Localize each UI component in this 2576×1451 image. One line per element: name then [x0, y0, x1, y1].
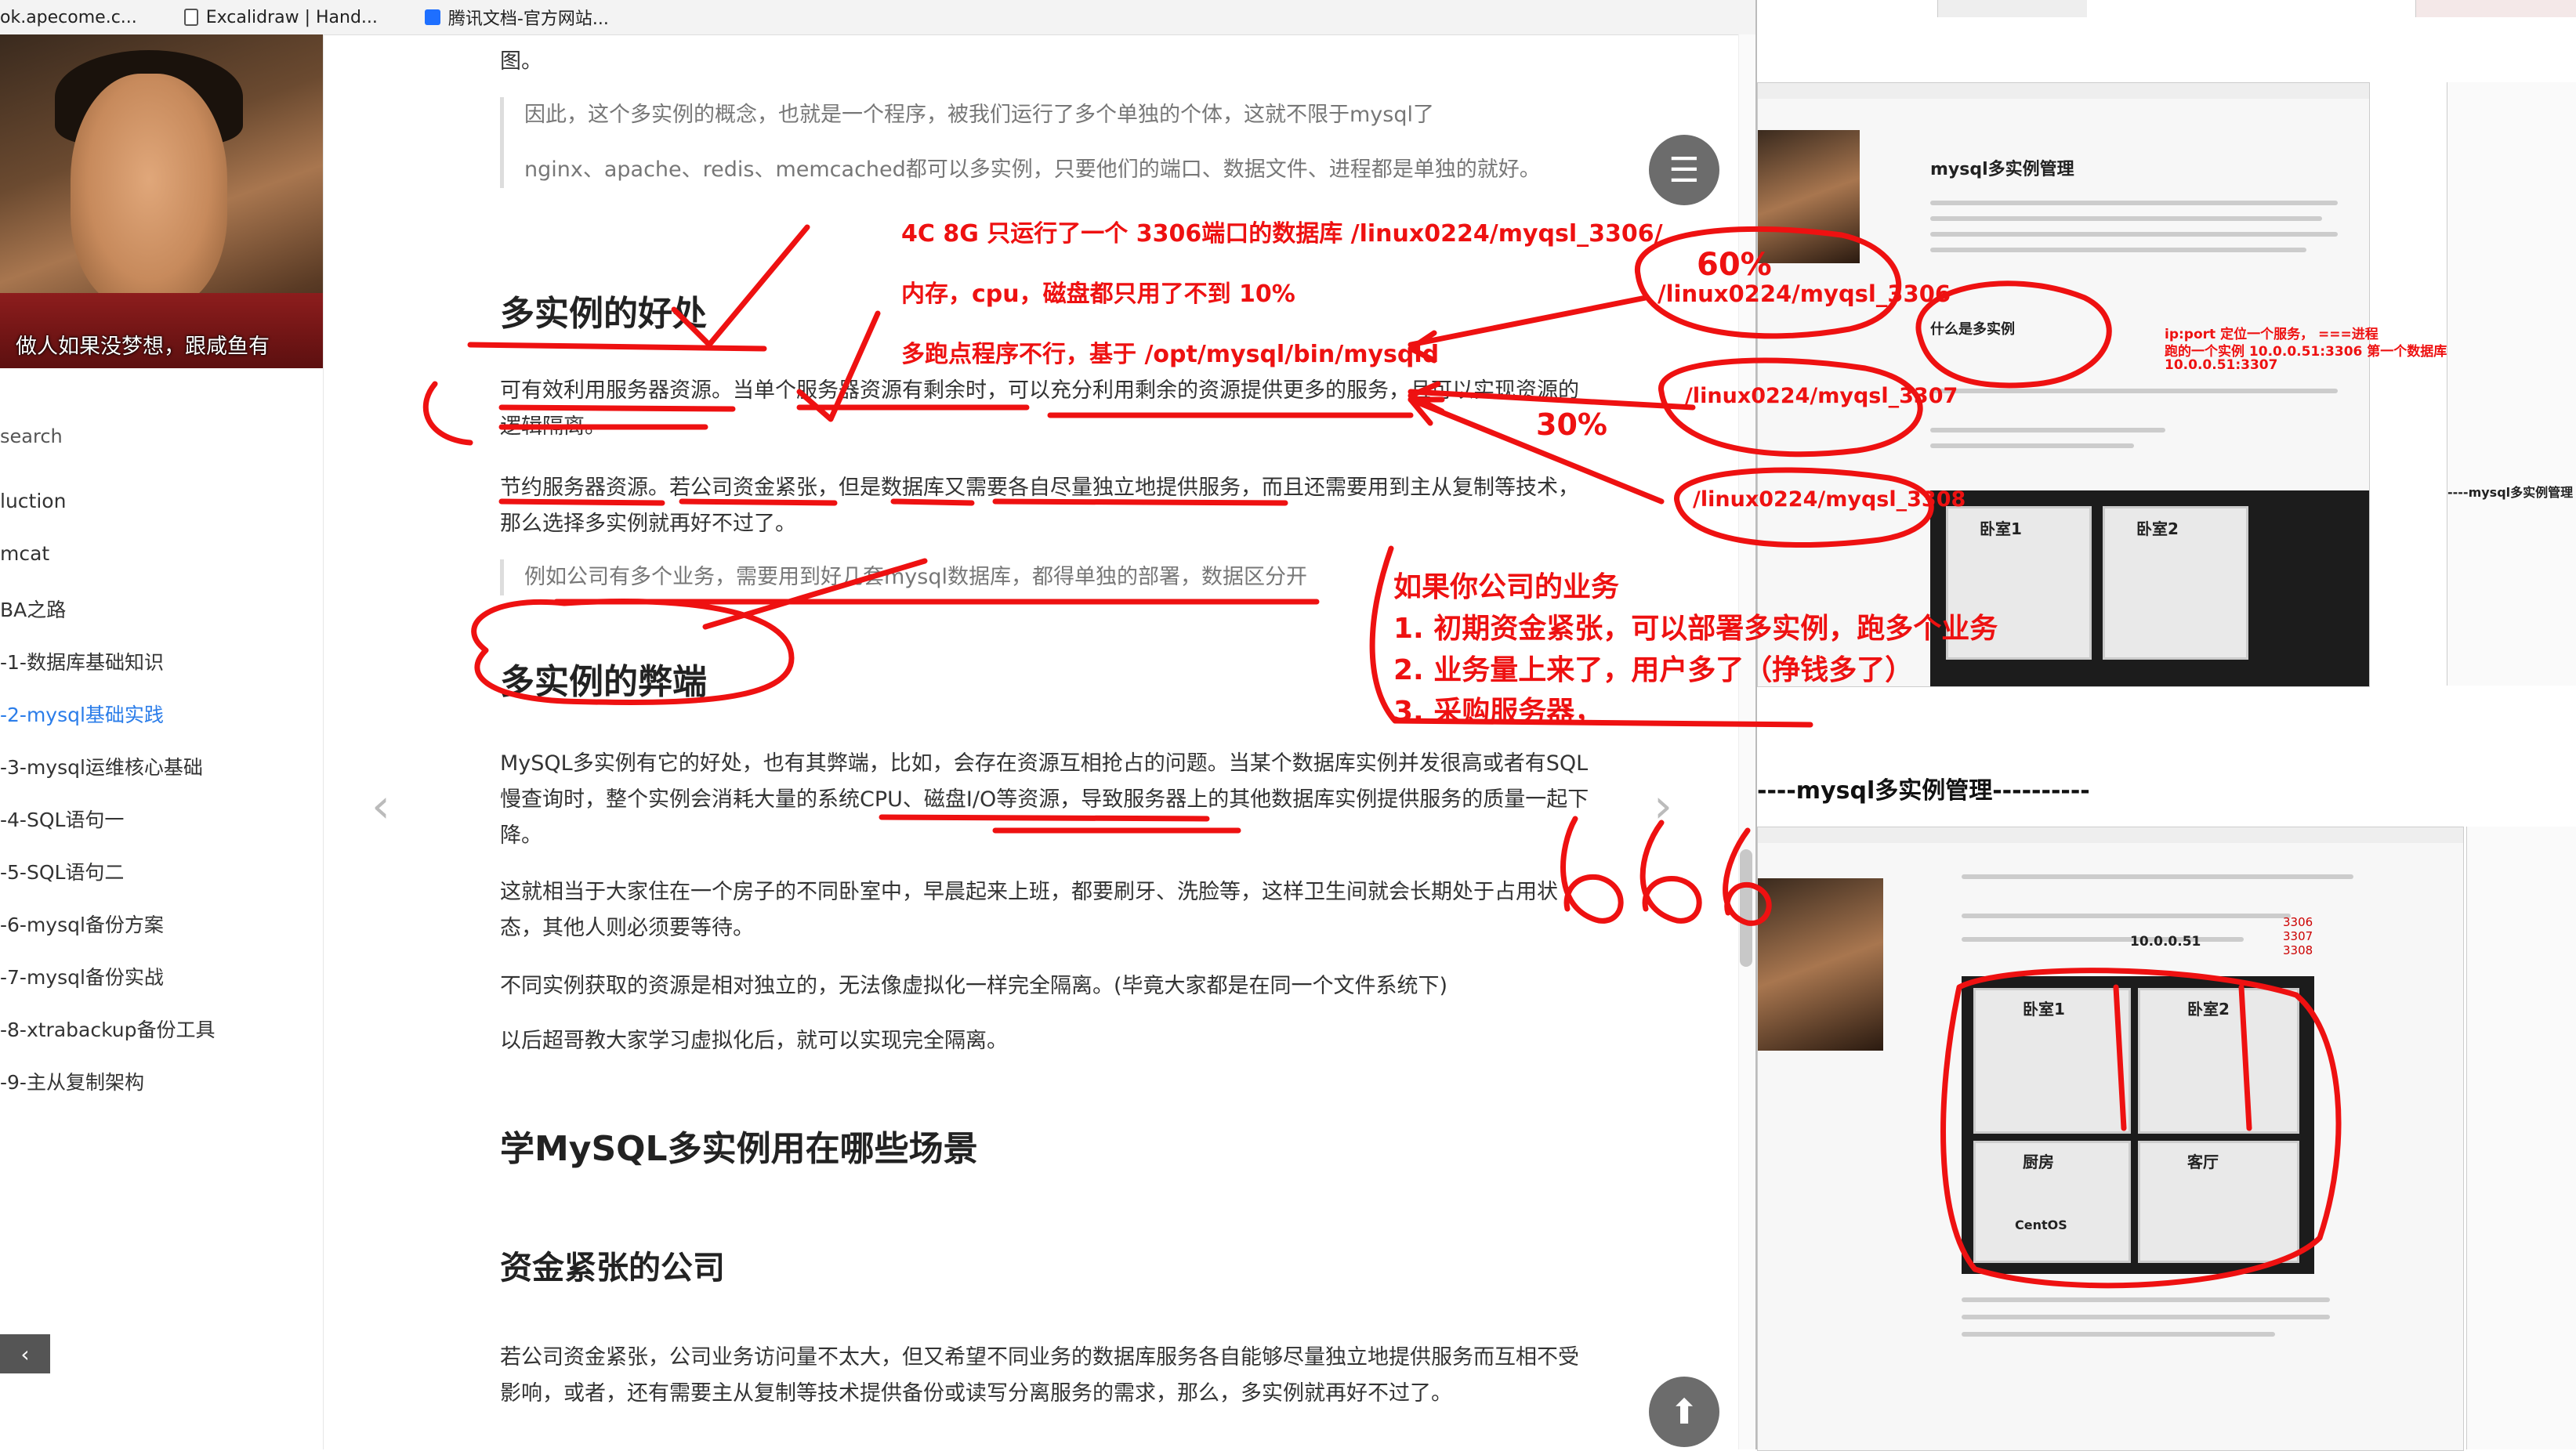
thumbnail-screenshot-1: mysql多实例管理 什么是多实例 卧室1 卧室2 — [1757, 82, 2370, 687]
prev-page-arrow[interactable]: ‹ — [371, 779, 390, 834]
room-bedroom-2: 卧室2 — [2103, 506, 2248, 660]
disadvantages-paragraph-3: 不同实例获取的资源是相对独立的，无法像虚拟化一样完全隔离。(毕竟大家都是在同一个… — [500, 974, 1448, 998]
thumb-text-line — [1930, 428, 2165, 432]
nav-item[interactable]: BA之路 — [0, 595, 216, 647]
nav-item[interactable]: -7-mysql备份实战 — [0, 962, 216, 1015]
room-label: 卧室2 — [2187, 1000, 2230, 1019]
thumb-avatar — [1758, 130, 1860, 263]
nav-item[interactable]: mcat — [0, 542, 216, 595]
bookmarks-bar: ok.apecome.c... Excalidraw | Hand... 腾讯文… — [0, 0, 1755, 35]
room-bedroom-2: 卧室2 — [2138, 988, 2299, 1134]
disadvantages-paragraph-1: MySQL多实例有它的好处，也有其弊端，比如，会存在资源互相抢占的问题。当某个数… — [500, 751, 1589, 848]
room-label: 卧室1 — [1980, 519, 2022, 538]
article-area: 图。 因此，这个多实例的概念，也就是一个程序，被我们运行了多个单独的个体，这就不… — [323, 34, 1755, 1449]
heading-disadvantages: 多实例的弊端 — [500, 662, 707, 702]
next-page-arrow[interactable]: › — [1654, 779, 1672, 834]
room-kitchen: 厨房 CentOS — [1973, 1141, 2131, 1263]
thumb-browser-bar — [1758, 83, 2369, 99]
sidebar-collapse-button[interactable]: ‹ — [0, 1334, 50, 1373]
thumb-text-line — [1962, 914, 2291, 918]
section-title: ----mysql多实例管理---------- — [1757, 777, 2090, 805]
avatar-caption: 做人如果没梦想，跟咸鱼有 — [16, 335, 270, 359]
bookmark-label: Excalidraw | Hand... — [205, 7, 378, 27]
edge-label: ----mysql多实例管理 — [2447, 485, 2574, 500]
bookmark-apecome[interactable]: ok.apecome.c... — [0, 8, 137, 27]
thumb-text-line — [1930, 248, 2306, 252]
thumb-ip: 10.0.0.51 — [2130, 934, 2201, 950]
thumb-port: 3306 — [2283, 915, 2313, 929]
tencent-icon — [424, 9, 440, 25]
nav-item[interactable]: -6-mysql备份方案 — [0, 910, 216, 962]
advantages-paragraph-1: 可有效利用服务器资源。当单个服务器资源有剩余时，可以充分利用剩余的资源提供更多的… — [500, 378, 1579, 439]
sidebar-nav: luction mcat BA之路 -1-数据库基础知识 -2-mysql基础实… — [0, 490, 216, 1120]
scroll-top-button[interactable]: ⬆ — [1649, 1377, 1719, 1447]
floorplan-image: 卧室1 卧室2 — [1930, 490, 2369, 686]
scrollbar-track[interactable] — [1738, 34, 1755, 1449]
avatar-face — [71, 74, 227, 309]
right-panel: mysql多实例管理 什么是多实例 卧室1 卧室2 ----mysql多实例管理… — [1755, 0, 2576, 1451]
bookmark-excalidraw[interactable]: Excalidraw | Hand... — [183, 7, 378, 27]
quote-multi-instance: 因此，这个多实例的概念，也就是一个程序，被我们运行了多个单独的个体，这就不限于m… — [500, 97, 1637, 188]
bookmark-label: ok.apecome.c... — [0, 7, 137, 27]
bookmark-label: 腾讯文档-官方网站... — [447, 9, 609, 29]
floorplan-image: 卧室1 卧室2 厨房 CentOS 客厅 — [1962, 976, 2314, 1274]
nav-item[interactable]: -8-xtrabackup备份工具 — [0, 1015, 216, 1067]
room-label: 客厅 — [2187, 1152, 2219, 1171]
thumb-avatar — [1758, 878, 1883, 1051]
room-bedroom-1: 卧室1 — [1946, 506, 2092, 660]
os-label: CentOS — [2015, 1218, 2067, 1232]
disadvantages-paragraph-4: 以后超哥教大家学习虚拟化后，就可以实现完全隔离。 — [500, 1029, 1008, 1053]
disadvantages-paragraph-2: 这就相当于大家住在一个房子的不同卧室中，早晨起来上班，都要刷牙、洗脸等，这样卫生… — [500, 880, 1558, 940]
thumb-text-line — [1930, 232, 2338, 237]
heading-scenarios: 学MySQL多实例用在哪些场景 — [500, 1129, 978, 1169]
thumb-text-line — [1930, 443, 2134, 448]
bookmark-tencent-docs[interactable]: 腾讯文档-官方网站... — [424, 5, 609, 30]
edge-thumbnail: ----mysql多实例管理 — [2447, 82, 2576, 686]
nav-item[interactable]: -1-数据库基础知识 — [0, 647, 216, 700]
nav-item[interactable]: -4-SQL语句一 — [0, 805, 216, 857]
thumb-text-line — [1930, 201, 2338, 205]
low-budget-paragraph: 若公司资金紧张，公司业务访问量不太大，但又希望不同业务的数据库服务各自能够尽量独… — [500, 1345, 1579, 1406]
thumb-text-line — [1962, 1315, 2330, 1319]
room-label: 厨房 — [2023, 1152, 2054, 1171]
thumb-text-line — [1962, 1297, 2330, 1302]
scrollbar-thumb[interactable] — [1740, 849, 1752, 967]
room-label: 卧室1 — [2023, 1000, 2065, 1019]
avatar-image — [0, 34, 323, 368]
quote-example: 例如公司有多个业务，需要用到好几套mysql数据库，都得单独的部署，数据区分开 — [500, 559, 1606, 595]
nav-item-active[interactable]: -2-mysql基础实践 — [0, 700, 216, 752]
thumb-port: 3307 — [2283, 929, 2313, 943]
thumb-browser-bar — [1758, 827, 2463, 843]
quote-line: nginx、apache、redis、memcached都可以多实例，只要他们的… — [524, 157, 1541, 182]
nav-item[interactable]: luction — [0, 490, 216, 542]
thumb-text-line — [1930, 216, 2322, 221]
thumb-text-line — [1962, 874, 2353, 879]
thumb-strip — [2415, 0, 2576, 17]
heading-advantages: 多实例的好处 — [500, 294, 707, 334]
search-input[interactable]: search — [0, 425, 63, 447]
nav-item[interactable]: -5-SQL语句二 — [0, 857, 216, 910]
thumbnail-screenshot-2: 10.0.0.51 3306 3307 3308 卧室1 卧室2 厨房 Cent… — [1757, 827, 2464, 1451]
thumb-title: mysql多实例管理 — [1930, 160, 2074, 179]
room-label: 卧室2 — [2136, 519, 2179, 538]
room-living: 客厅 — [2138, 1141, 2299, 1263]
intro-fragment: 图。 — [500, 49, 542, 74]
room-bedroom-1: 卧室1 — [1973, 988, 2131, 1134]
thumb-text-line — [1930, 389, 2338, 393]
thumb-subtitle: 什么是多实例 — [1930, 321, 2015, 338]
thumb-strip — [1937, 0, 2087, 17]
edge-thumbnail — [2466, 827, 2576, 1449]
nav-item[interactable]: -9-主从复制架构 — [0, 1067, 216, 1120]
advantages-paragraph-2: 节约服务器资源。若公司资金紧张，但是数据库又需要各自尽量独立地提供服务，而且还需… — [500, 476, 1579, 536]
thumb-text-line — [1962, 937, 2244, 942]
document-icon — [183, 9, 198, 26]
thumb-port: 3308 — [2283, 943, 2313, 957]
heading-low-budget: 资金紧张的公司 — [500, 1249, 725, 1286]
quote-line: 因此，这个多实例的概念，也就是一个程序，被我们运行了多个单独的个体，这就不限于m… — [524, 103, 1434, 127]
thumb-text-line — [1962, 1332, 2275, 1337]
nav-item[interactable]: -3-mysql运维核心基础 — [0, 752, 216, 805]
menu-button[interactable]: ☰ — [1649, 135, 1719, 205]
